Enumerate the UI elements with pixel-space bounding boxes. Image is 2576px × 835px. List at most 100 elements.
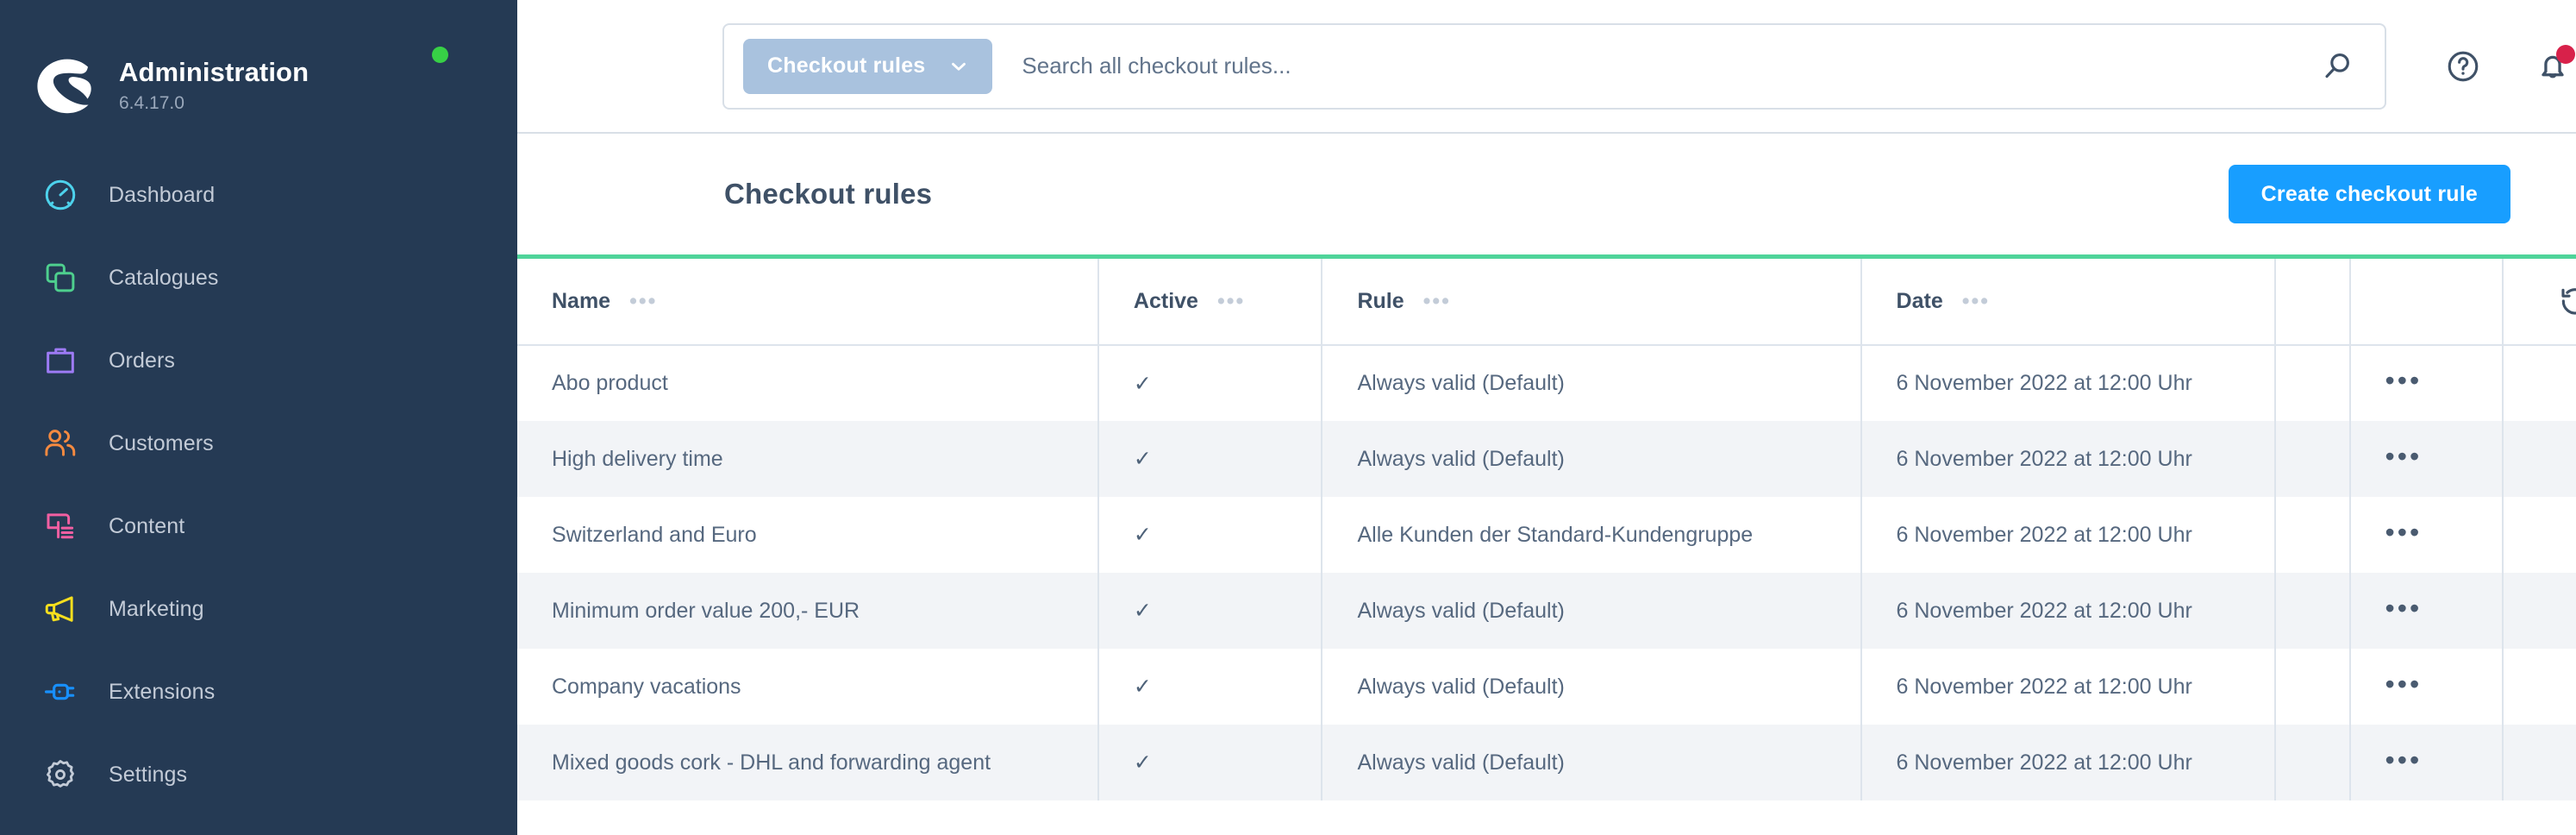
cell-date: 6 November 2022 at 12:00 Uhr [1860,649,2277,725]
cell-spacer [2275,573,2351,649]
search-icon[interactable] [2314,42,2362,91]
cell-date: 6 November 2022 at 12:00 Uhr [1860,725,2277,800]
table-head: Name ••• Active ••• Rule ••• Date ••• [517,259,2576,346]
row-context-menu-icon[interactable]: ••• [2385,518,2423,546]
cell-active: ✓ [1097,725,1323,800]
column-header-active[interactable]: Active ••• [1097,259,1323,346]
sidebar-item-label: Catalogues [109,265,219,290]
cell-date: 6 November 2022 at 12:00 Uhr [1860,345,2277,421]
sidebar-item-dashboard[interactable]: Dashboard [0,154,517,236]
row-context-menu-icon[interactable]: ••• [2385,443,2423,470]
table-row[interactable]: Switzerland and Euro ✓ Alle Kunden der Sta… [517,497,2576,573]
column-label: Rule [1357,289,1404,313]
column-label: Name [552,289,611,313]
sidebar-item-content[interactable]: Content [0,485,517,568]
column-header-date[interactable]: Date ••• [1860,259,2277,346]
chevron-down-icon [947,55,970,78]
cell-name: Mixed goods cork - DHL and forwarding ag… [517,725,1099,800]
table-row[interactable]: Minimum order value 200,- EUR ✓ Always val… [517,573,2576,649]
cell-tail [2502,649,2576,725]
cell-actions: ••• [2349,497,2504,573]
refresh-undo-icon[interactable] [2538,259,2576,344]
column-header-actions [2349,259,2504,346]
brand-text: Administration 6.4.17.0 [119,57,309,114]
sidebar: Administration 6.4.17.0 Dashboard Catalo… [0,0,517,835]
cell-date: 6 November 2022 at 12:00 Uhr [1860,497,2277,573]
settings-gear-icon [41,756,79,794]
cell-active: ✓ [1097,573,1323,649]
checkout-rules-table: Name ••• Active ••• Rule ••• Date ••• Ab… [517,259,2576,800]
row-context-menu-icon[interactable]: ••• [2385,746,2423,774]
cell-active: ✓ [1097,421,1323,497]
customers-people-icon [41,424,79,462]
sidebar-item-label: Marketing [109,596,204,621]
sidebar-item-settings[interactable]: Settings [0,733,517,816]
sidebar-item-label: Settings [109,762,188,787]
table-row[interactable]: Company vacations ✓ Always valid (Default)… [517,649,2576,725]
marketing-megaphone-icon [41,590,79,628]
top-bar: Checkout rules [517,0,2576,134]
global-search-bar[interactable]: Checkout rules [722,22,2386,110]
table-row[interactable]: High delivery time ✓ Always valid (Default… [517,421,2576,497]
column-header-name[interactable]: Name ••• [517,259,1099,346]
status-indicator-dot [432,47,448,63]
column-header-rule[interactable]: Rule ••• [1322,259,1862,346]
sidebar-item-extensions[interactable]: Extensions [0,650,517,733]
search-scope-label: Checkout rules [767,53,926,78]
table-row[interactable]: Abo product ✓ Always valid (Default) 6 Nove… [517,345,2576,421]
row-context-menu-icon[interactable]: ••• [2385,594,2423,622]
table-header-row: Name ••• Active ••• Rule ••• Date ••• [517,259,2576,346]
cell-actions: ••• [2349,649,2504,725]
cell-name: Abo product [517,345,1099,421]
page-header: Checkout rules Create checkout rule [517,134,2576,254]
cell-date: 6 November 2022 at 12:00 Uhr [1860,421,2277,497]
brand-title: Administration [119,57,309,88]
sidebar-item-label: Orders [109,348,176,373]
sidebar-item-marketing[interactable]: Marketing [0,568,517,650]
cell-actions: ••• [2349,345,2504,421]
cell-rule: Always valid (Default) [1322,421,1862,497]
column-menu-icon[interactable]: ••• [1217,291,1245,312]
cell-rule: Always valid (Default) [1322,573,1862,649]
cell-date: 6 November 2022 at 12:00 Uhr [1860,573,2277,649]
column-header-spacer [2275,259,2351,346]
sidebar-item-catalogues[interactable]: Catalogues [0,236,517,319]
question-circle-icon[interactable] [2440,43,2486,90]
column-menu-icon[interactable]: ••• [629,291,657,312]
check-icon: ✓ [1133,523,1152,547]
check-icon: ✓ [1133,675,1152,699]
data-grid: Name ••• Active ••• Rule ••• Date ••• Ab… [517,254,2576,800]
search-scope-selector[interactable]: Checkout rules [743,38,993,94]
page-title: Checkout rules [724,178,933,210]
cell-actions: ••• [2349,725,2504,800]
cell-tail [2502,497,2576,573]
cell-name: Switzerland and Euro [517,497,1099,573]
check-icon: ✓ [1133,599,1152,623]
cell-spacer [2275,421,2351,497]
column-label: Active [1133,289,1198,313]
table-row[interactable]: Mixed goods cork - DHL and forwarding ag… [517,725,2576,800]
cell-actions: ••• [2349,421,2504,497]
sidebar-item-orders[interactable]: Orders [0,319,517,402]
check-icon: ✓ [1133,750,1152,775]
app-root: Administration 6.4.17.0 Dashboard Catalo… [0,0,2576,835]
cell-spacer [2275,345,2351,421]
create-checkout-rule-button[interactable]: Create checkout rule [2228,165,2510,223]
check-icon: ✓ [1133,447,1152,471]
row-context-menu-icon[interactable]: ••• [2385,367,2423,394]
cell-rule: Alle Kunden der Standard-Kundengruppe [1322,497,1862,573]
orders-bag-icon [41,342,79,380]
cell-tail [2502,573,2576,649]
top-bar-actions [2440,43,2576,90]
column-menu-icon[interactable]: ••• [1962,291,1990,312]
sidebar-nav: Dashboard Catalogues Orders Customers Co… [0,154,517,816]
row-context-menu-icon[interactable]: ••• [2385,670,2423,698]
cell-active: ✓ [1097,649,1323,725]
column-menu-icon[interactable]: ••• [1423,291,1451,312]
search-input[interactable] [1022,53,2314,79]
main-content: Checkout rules Search all checkout rules… [517,0,2576,835]
sidebar-item-label: Customers [109,430,214,455]
bell-icon[interactable] [2529,43,2576,90]
brand-version: 6.4.17.0 [119,92,184,113]
sidebar-item-customers[interactable]: Customers [0,402,517,485]
